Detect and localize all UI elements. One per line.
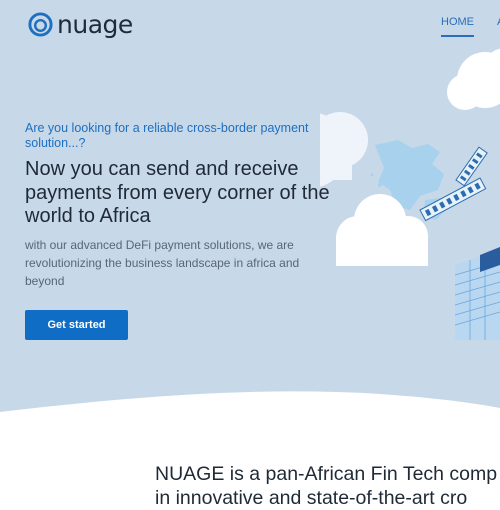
about-line-2: in innovative and state-of-the-art cro	[155, 487, 468, 509]
get-started-button[interactable]: Get started	[25, 310, 128, 340]
payment-network-illustration	[320, 48, 500, 340]
about-intro: NUAGE is a pan-African Fin Tech comp in …	[155, 462, 500, 510]
hero-headline: Now you can send and receive payments fr…	[25, 158, 330, 227]
brand-name: nuage	[57, 10, 133, 39]
hero-description: with our advanced DeFi payment solutions…	[25, 238, 300, 288]
cloud-icon	[320, 112, 368, 187]
brand-logo[interactable]: nuage	[27, 10, 133, 39]
cloud-icon	[447, 48, 500, 110]
about-line-1: NUAGE is a pan-African Fin Tech comp	[155, 463, 498, 485]
logo-icon	[28, 12, 53, 37]
cloud-icon	[336, 194, 428, 266]
hero-section: nuage HOME A Are you looking for a relia…	[0, 0, 500, 420]
server-stack-icon	[454, 247, 500, 340]
hero-bottom-wave	[0, 391, 500, 420]
hero-tagline: Are you looking for a reliable cross-bor…	[25, 121, 309, 150]
nav-item-home[interactable]: HOME	[441, 16, 474, 37]
